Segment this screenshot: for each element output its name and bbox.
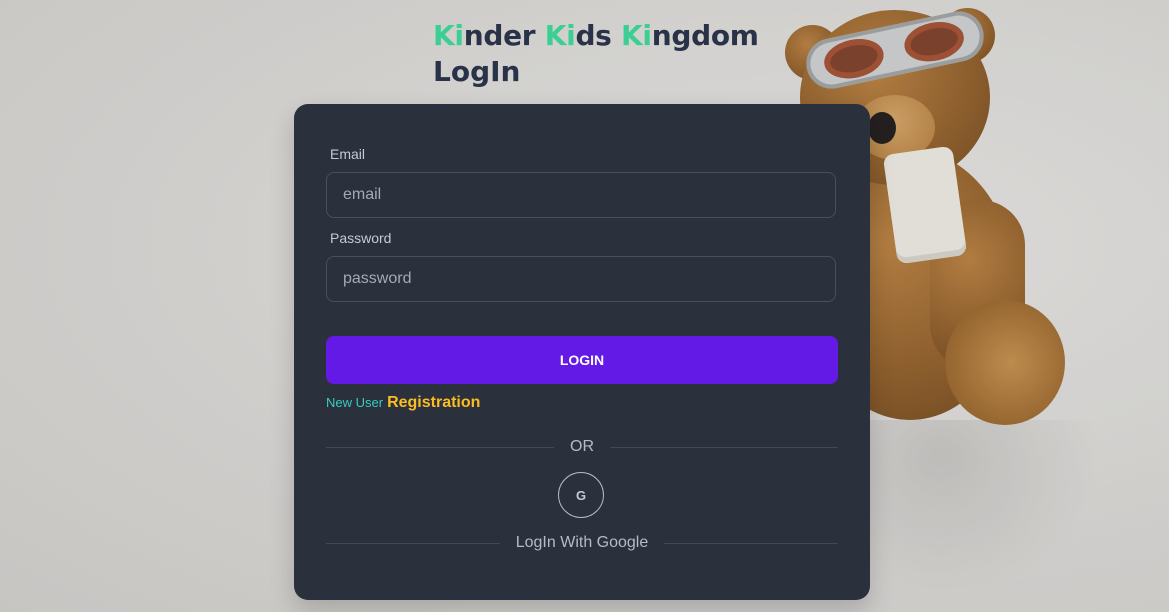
divider-line <box>664 542 838 544</box>
brand-text: ngdom <box>651 19 759 52</box>
or-divider: OR <box>326 438 838 456</box>
divider-line <box>610 446 838 448</box>
brand-text: nder <box>463 19 545 52</box>
divider-line <box>326 446 554 448</box>
registration-row: New User Registration <box>326 394 480 412</box>
or-text: OR <box>570 438 594 455</box>
brand-accent: Ki <box>433 19 464 52</box>
brand-text: ds <box>575 19 621 52</box>
registration-link[interactable]: Registration <box>387 394 480 412</box>
brand-accent: Ki <box>544 19 576 52</box>
email-label: Email <box>330 146 366 162</box>
page-heading: Kinder Kids Kingdom LogIn <box>433 18 759 90</box>
login-card: Email Password LOGIN New User Registrati… <box>294 104 870 600</box>
google-divider: LogIn With Google <box>326 534 838 552</box>
brand-title: Kinder Kids Kingdom <box>433 18 759 54</box>
new-user-text: New User <box>326 395 384 410</box>
password-input[interactable] <box>326 256 836 302</box>
google-login-text: LogIn With Google <box>515 534 649 551</box>
google-icon: G <box>575 487 587 503</box>
brand-accent: Ki <box>621 19 652 52</box>
page-title: LogIn <box>433 55 521 88</box>
google-login-button[interactable]: G <box>558 472 604 518</box>
email-input[interactable] <box>326 172 836 218</box>
divider-line <box>326 542 500 544</box>
password-label: Password <box>330 230 392 246</box>
login-button[interactable]: LOGIN <box>326 336 838 384</box>
